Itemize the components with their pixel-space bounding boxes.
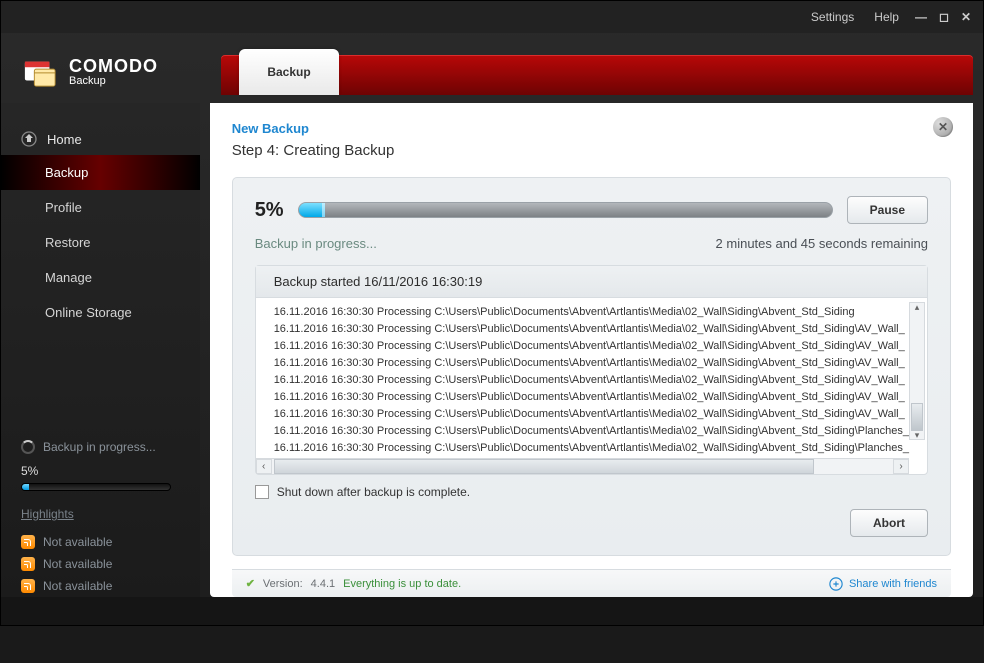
progress-panel: 5% Pause Backup in progress... 2 minutes…: [232, 177, 951, 556]
progress-percent: 5%: [255, 199, 284, 222]
scroll-thumb[interactable]: [274, 459, 814, 474]
body: Home Backup Profile Restore Manage Onlin…: [1, 103, 983, 597]
home-icon: [21, 131, 37, 147]
nav-home[interactable]: Home: [1, 123, 200, 155]
highlight-label: Not available: [43, 557, 112, 571]
app-window: Settings Help — ◻ ✕ COMODO Backup Backup: [0, 0, 984, 626]
share-label: Share with friends: [849, 578, 937, 590]
log-vertical-scrollbar[interactable]: ▴ ▾: [909, 302, 925, 440]
mini-progress-label: Backup in progress...: [43, 440, 156, 454]
logo-area: COMODO Backup: [1, 33, 211, 103]
log-line: 16.11.2016 16:30:30 Processing C:\Users\…: [274, 389, 909, 406]
highlight-item[interactable]: Not available: [21, 575, 180, 597]
mini-progress: Backup in progress... 5%: [1, 440, 200, 493]
minimize-button[interactable]: —: [911, 10, 931, 24]
mini-progress-bar: [21, 483, 171, 491]
scroll-up-icon[interactable]: ▴: [910, 303, 924, 311]
log-horizontal-scrollbar[interactable]: ‹ ›: [256, 458, 909, 474]
menu-help[interactable]: Help: [866, 6, 907, 28]
log-line: 16.11.2016 16:30:30 Processing C:\Users\…: [274, 372, 909, 389]
rss-icon: [21, 579, 35, 593]
nav-online-storage[interactable]: Online Storage: [1, 295, 200, 330]
maximize-button[interactable]: ◻: [935, 10, 953, 24]
page-close-button[interactable]: ✕: [933, 117, 953, 137]
update-status: Everything is up to date.: [343, 578, 461, 590]
version-label: Version:: [263, 578, 303, 590]
rss-icon: [21, 557, 35, 571]
nav-profile[interactable]: Profile: [1, 190, 200, 225]
scroll-right-icon[interactable]: ›: [893, 459, 909, 474]
highlights-heading: Highlights: [1, 507, 200, 521]
highlights-list: Not available Not available Not availabl…: [1, 531, 200, 597]
scroll-left-icon[interactable]: ‹: [256, 459, 272, 474]
progress-fill: [299, 203, 326, 217]
log-header: Backup started 16/11/2016 16:30:19: [256, 266, 927, 298]
menu-settings[interactable]: Settings: [803, 6, 862, 28]
nav-backup[interactable]: Backup: [1, 155, 200, 190]
shutdown-label: Shut down after backup is complete.: [277, 485, 470, 499]
nav-manage[interactable]: Manage: [1, 260, 200, 295]
tab-backup[interactable]: Backup: [239, 49, 339, 95]
abort-button[interactable]: Abort: [850, 509, 928, 537]
share-link[interactable]: Share with friends: [829, 577, 937, 591]
header: COMODO Backup Backup: [1, 33, 983, 103]
spinner-icon: [21, 440, 35, 454]
log-line: 16.11.2016 16:30:30 Processing C:\Users\…: [274, 304, 909, 321]
main-page: ✕ New Backup Step 4: Creating Backup 5% …: [210, 103, 973, 597]
version-value: 4.4.1: [311, 578, 335, 590]
page-heading: New Backup: [232, 121, 951, 136]
nav-restore[interactable]: Restore: [1, 225, 200, 260]
highlight-label: Not available: [43, 535, 112, 549]
rss-icon: [21, 535, 35, 549]
sidebar: Home Backup Profile Restore Manage Onlin…: [1, 103, 200, 597]
title-bar: Settings Help — ◻ ✕: [1, 1, 983, 33]
log-line: 16.11.2016 16:30:30 Processing C:\Users\…: [274, 321, 909, 338]
pause-button[interactable]: Pause: [847, 196, 928, 224]
progress-eta: 2 minutes and 45 seconds remaining: [716, 236, 928, 251]
log-line: 16.11.2016 16:30:30 Processing C:\Users\…: [274, 440, 909, 457]
share-icon: [829, 577, 843, 591]
progress-bar: [298, 202, 833, 218]
log-box: Backup started 16/11/2016 16:30:19 16.11…: [255, 265, 928, 475]
highlight-item[interactable]: Not available: [21, 531, 180, 553]
log-line: 16.11.2016 16:30:30 Processing C:\Users\…: [274, 406, 909, 423]
scroll-down-icon[interactable]: ▾: [910, 431, 924, 439]
nav-home-label: Home: [47, 132, 82, 147]
progress-status: Backup in progress...: [255, 236, 377, 251]
check-icon: ✔: [246, 577, 255, 590]
highlight-item[interactable]: Not available: [21, 553, 180, 575]
mini-progress-fill: [22, 484, 29, 490]
content-footer: ✔ Version: 4.4.1 Everything is up to dat…: [232, 569, 951, 597]
log-line: 16.11.2016 16:30:30 Processing C:\Users\…: [274, 355, 909, 372]
mini-progress-percent: 5%: [21, 464, 38, 478]
log-line: 16.11.2016 16:30:30 Processing C:\Users\…: [274, 423, 909, 440]
close-button[interactable]: ✕: [957, 10, 975, 24]
logo-text: COMODO Backup: [69, 56, 158, 87]
logo-icon: [21, 54, 59, 88]
highlight-label: Not available: [43, 579, 112, 593]
brand-name: COMODO: [69, 56, 158, 77]
page-step: Step 4: Creating Backup: [232, 142, 951, 159]
shutdown-checkbox[interactable]: [255, 485, 269, 499]
shutdown-row: Shut down after backup is complete.: [255, 485, 928, 499]
log-body: 16.11.2016 16:30:30 Processing C:\Users\…: [256, 298, 927, 458]
log-line: 16.11.2016 16:30:30 Processing C:\Users\…: [274, 338, 909, 355]
scroll-thumb[interactable]: [911, 403, 923, 431]
tab-area: Backup: [211, 33, 983, 103]
